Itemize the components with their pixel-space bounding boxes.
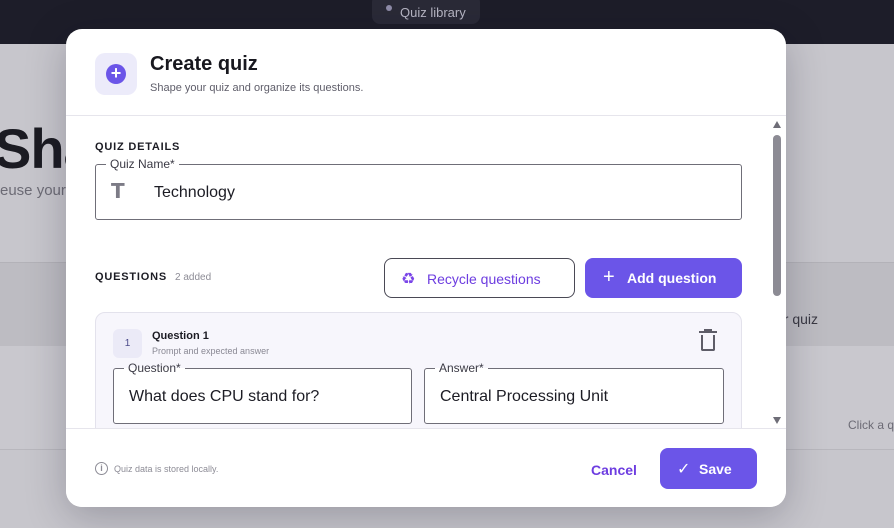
cancel-button[interactable]: Cancel: [584, 459, 644, 481]
plus-icon: +: [603, 266, 615, 288]
trash-icon[interactable]: [697, 329, 719, 355]
header-icon-tile: +: [95, 53, 137, 95]
plus-circle-icon: +: [106, 64, 126, 84]
recycle-questions-label: Recycle questions: [427, 271, 541, 287]
answer-field-value: Central Processing Unit: [440, 388, 609, 405]
quiz-details-heading: QUIZ DETAILS: [95, 141, 181, 153]
add-question-label: Add question: [627, 270, 717, 286]
tab-label: Quiz library: [400, 5, 466, 20]
dialog-footer: i Quiz data is stored locally. Cancel ✓ …: [66, 428, 786, 507]
questions-heading: QUESTIONS: [95, 271, 167, 283]
question-title: Question 1: [152, 330, 209, 342]
create-quiz-dialog: + Create quiz Shape your quiz and organi…: [66, 29, 786, 507]
recycle-questions-button[interactable]: ♻ Recycle questions: [384, 258, 575, 298]
storage-info-text: Quiz data is stored locally.: [114, 464, 219, 474]
save-label: Save: [699, 461, 732, 477]
answer-field-label: Answer*: [435, 361, 488, 375]
hero-subtitle: euse your: [0, 182, 66, 199]
dialog-header: + Create quiz Shape your quiz and organi…: [66, 29, 786, 116]
question-subtitle: Prompt and expected answer: [152, 346, 270, 356]
dialog-body[interactable]: QUIZ DETAILS Quiz Name* T Technology QUE…: [66, 117, 786, 429]
scrollbar-thumb[interactable]: [773, 135, 781, 296]
tab-dot-icon: [386, 5, 392, 11]
answer-field[interactable]: Answer* Central Processing Unit: [424, 361, 724, 424]
questions-count: 2 added: [175, 272, 212, 283]
scroll-down-arrow-icon[interactable]: [773, 417, 781, 424]
question-field-value: What does CPU stand for?: [129, 388, 320, 405]
scroll-up-arrow-icon[interactable]: [773, 121, 781, 128]
question-number: 1: [113, 329, 142, 358]
question-field-label: Question*: [124, 361, 185, 375]
info-icon: i: [95, 462, 108, 475]
dialog-title: Create quiz: [150, 53, 258, 75]
question-card: 1 Question 1 Prompt and expected answer …: [95, 312, 742, 429]
question-field[interactable]: Question* What does CPU stand for?: [113, 361, 412, 424]
dialog-subtitle: Shape your quiz and organize its questio…: [150, 82, 364, 94]
recycle-icon: ♻: [401, 271, 416, 288]
quiz-name-value: Technology: [154, 184, 235, 201]
tab-quiz-library[interactable]: Quiz library: [372, 0, 480, 24]
dialog-scrollbar[interactable]: [771, 121, 783, 427]
text-t-icon: T: [111, 179, 125, 203]
save-button[interactable]: ✓ Save: [660, 448, 757, 489]
add-question-button[interactable]: + Add question: [585, 258, 742, 298]
quiz-name-field[interactable]: Quiz Name* T Technology: [95, 157, 742, 220]
quiz-name-label: Quiz Name*: [106, 157, 179, 171]
background-hint: Click a q: [848, 418, 894, 432]
check-icon: ✓: [677, 461, 691, 478]
